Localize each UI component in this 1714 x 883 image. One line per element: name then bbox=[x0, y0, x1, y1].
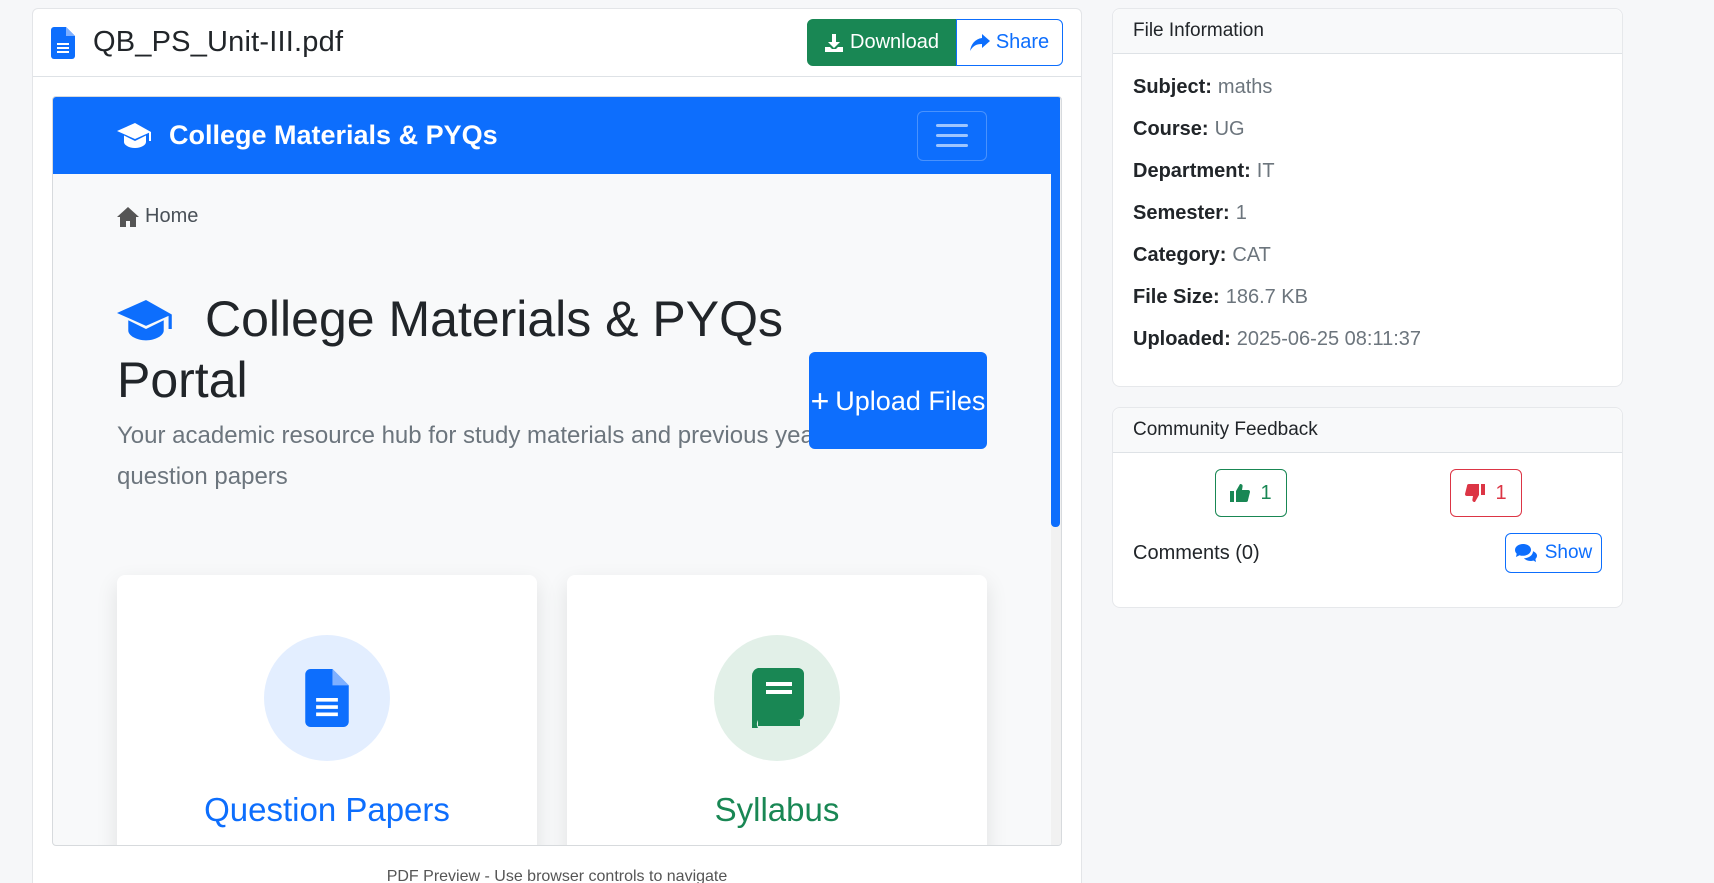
viewer-header: QB_PS_Unit-III.pdf Download Share bbox=[33, 9, 1081, 77]
pdf-preview-frame[interactable]: College Materials & PYQs Home College Ma… bbox=[52, 96, 1062, 846]
info-row-subject: Subject: maths bbox=[1133, 75, 1273, 98]
graduation-cap-icon bbox=[117, 300, 172, 341]
syllabus-icon-circle bbox=[714, 635, 840, 761]
hamburger-icon bbox=[936, 124, 968, 127]
home-icon bbox=[117, 206, 139, 227]
share-button[interactable]: Share bbox=[956, 19, 1063, 66]
upload-files-label: Upload Files bbox=[835, 385, 986, 416]
preview-brand[interactable]: College Materials & PYQs bbox=[117, 120, 498, 151]
syllabus-card[interactable]: Syllabus bbox=[567, 575, 987, 845]
plus-icon: + bbox=[810, 382, 830, 419]
thumbs-up-icon bbox=[1230, 484, 1251, 502]
dislike-count: 1 bbox=[1495, 481, 1507, 504]
community-feedback-heading: Community Feedback bbox=[1113, 408, 1622, 453]
comments-icon bbox=[1514, 544, 1537, 562]
hero-subtitle: Your academic resource hub for study mat… bbox=[117, 422, 822, 490]
graduation-cap-icon bbox=[117, 122, 151, 148]
like-count: 1 bbox=[1260, 481, 1272, 504]
download-button[interactable]: Download bbox=[807, 19, 956, 66]
breadcrumb: Home bbox=[117, 205, 198, 228]
question-papers-card[interactable]: Question Papers bbox=[117, 575, 537, 845]
navbar-toggler-button[interactable] bbox=[917, 110, 987, 161]
book-icon bbox=[751, 668, 804, 728]
info-row-file-size: File Size: 186.7 KB bbox=[1133, 285, 1308, 308]
comments-label: Comments (0) bbox=[1133, 541, 1260, 564]
info-row-department: Department: IT bbox=[1133, 159, 1275, 182]
preview-scrollbar-thumb[interactable] bbox=[1051, 97, 1060, 527]
info-row-uploaded: Uploaded: 2025-06-25 08:11:37 bbox=[1133, 327, 1422, 350]
info-row-category: Category: CAT bbox=[1133, 243, 1271, 266]
dislike-button[interactable]: 1 bbox=[1450, 469, 1522, 517]
upload-files-button[interactable]: + Upload Files bbox=[809, 352, 987, 449]
hero-title: College Materials & PYQs Portal bbox=[117, 289, 837, 411]
show-comments-label: Show bbox=[1544, 542, 1593, 563]
hero-title-text: College Materials & PYQs Portal bbox=[117, 291, 784, 408]
breadcrumb-home[interactable]: Home bbox=[145, 205, 198, 228]
question-papers-icon-circle bbox=[264, 635, 390, 761]
info-row-course: Course: UG bbox=[1133, 117, 1245, 140]
pdf-file-icon bbox=[51, 26, 75, 59]
info-row-semester: Semester: 1 bbox=[1133, 201, 1247, 224]
thumbs-down-icon bbox=[1465, 484, 1486, 502]
syllabus-title: Syllabus bbox=[714, 791, 840, 828]
file-information-card: File Information Subject: maths Course: UG… bbox=[1112, 8, 1623, 387]
show-comments-button[interactable]: Show bbox=[1505, 533, 1602, 573]
community-feedback-card: Community Feedback 1 1 Comments (0) Show bbox=[1112, 407, 1623, 608]
preview-navbar: College Materials & PYQs bbox=[53, 97, 1061, 174]
comments-row: Comments (0) Show bbox=[1113, 533, 1622, 573]
file-lines-icon bbox=[305, 669, 349, 727]
file-name-title: QB_PS_Unit-III.pdf bbox=[93, 26, 344, 58]
preview-scrollbar-track bbox=[1051, 97, 1061, 845]
vote-row: 1 1 bbox=[1113, 453, 1622, 533]
download-icon bbox=[825, 33, 844, 52]
file-information-heading: File Information bbox=[1113, 9, 1622, 54]
like-button[interactable]: 1 bbox=[1215, 469, 1287, 517]
question-papers-title: Question Papers bbox=[204, 791, 450, 828]
preview-caption: PDF Preview - Use browser controls to na… bbox=[386, 868, 728, 883]
download-label: Download bbox=[850, 31, 939, 53]
preview-brand-label: College Materials & PYQs bbox=[169, 120, 498, 150]
share-icon bbox=[969, 33, 990, 51]
share-label: Share bbox=[995, 31, 1050, 53]
file-information-list: Subject: maths Course: UG Department: IT Se… bbox=[1113, 54, 1622, 360]
file-action-group: Download Share bbox=[807, 19, 1063, 66]
